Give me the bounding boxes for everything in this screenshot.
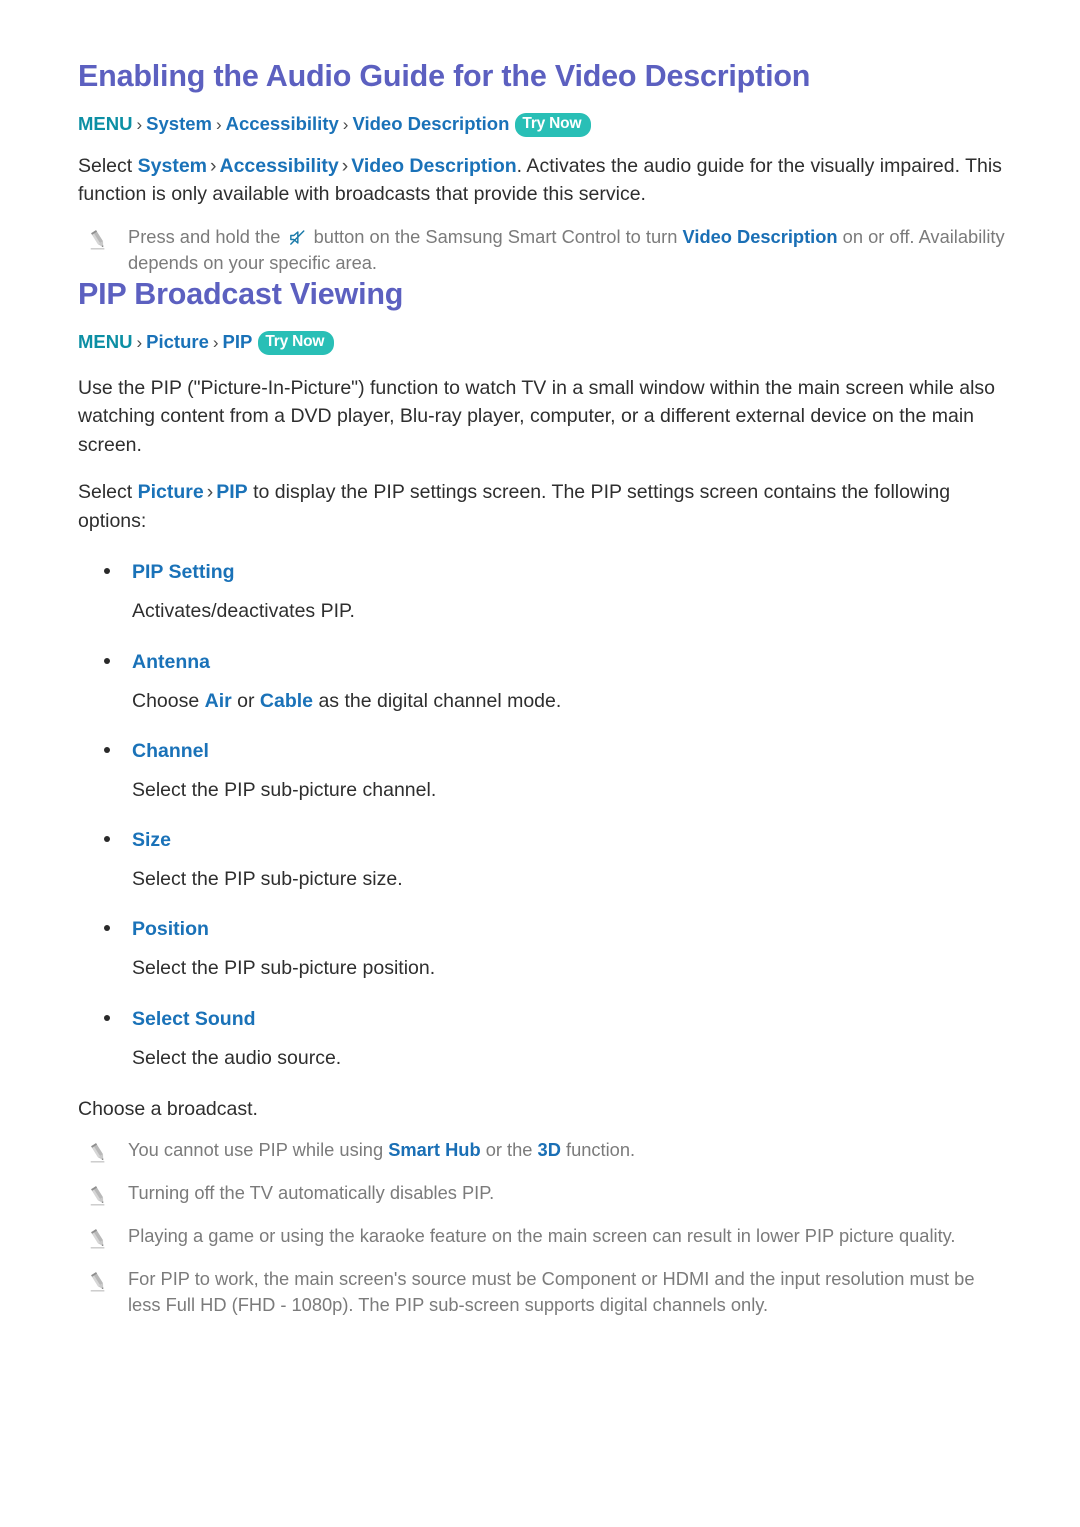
breadcrumb-separator-icon: › xyxy=(342,114,349,134)
bullet-icon xyxy=(104,1014,110,1021)
option-title[interactable]: Size xyxy=(132,829,171,852)
note-smart-hub-3d: You cannot use PIP while using Smart Hub… xyxy=(78,1137,1010,1164)
option-select-sound: Select Sound Select the audio source. xyxy=(78,1008,1010,1072)
note-part-2: or the xyxy=(480,1138,538,1160)
list-item: PIP Setting xyxy=(78,561,1010,584)
option-channel: Channel Select the PIP sub-picture chann… xyxy=(78,740,1010,804)
inline-link-pip[interactable]: PIP xyxy=(216,481,247,503)
option-description: Select the PIP sub-picture channel. xyxy=(132,778,437,801)
note-text: You cannot use PIP while using Smart Hub… xyxy=(128,1137,635,1163)
inline-link-video-description[interactable]: Video Description xyxy=(351,155,516,177)
breadcrumb-separator-icon: › xyxy=(212,332,219,352)
list-item: Position xyxy=(78,918,1010,941)
pencil-icon xyxy=(88,1271,108,1293)
breadcrumb-item-accessibility[interactable]: Accessibility xyxy=(226,113,339,134)
paragraph-lead: Select xyxy=(78,154,138,177)
list-item: Channel xyxy=(78,740,1010,763)
breadcrumb-menu-label: MENU xyxy=(78,112,133,134)
mute-icon xyxy=(289,226,306,246)
note-part-3: function. xyxy=(560,1138,636,1160)
option-description: Select the PIP sub-picture position. xyxy=(132,957,436,980)
breadcrumb-video-description: MENU › System › Accessibility › Video Descript… xyxy=(78,112,1010,137)
option-title[interactable]: Select Sound xyxy=(132,1008,256,1031)
page-title-pip-broadcast-viewing: PIP Broadcast Viewing xyxy=(78,277,404,312)
option-description: Select the audio source. xyxy=(132,1046,342,1069)
bullet-icon xyxy=(104,568,110,575)
option-pip-setting: PIP Setting Activates/deactivates PIP. xyxy=(78,561,1010,625)
option-size: Size Select the PIP sub-picture size. xyxy=(78,829,1010,893)
try-now-badge[interactable]: Try Now xyxy=(258,330,335,355)
option-title[interactable]: Position xyxy=(132,918,209,941)
bullet-icon xyxy=(104,746,110,753)
try-now-badge[interactable]: Try Now xyxy=(515,112,592,137)
select-lead: Select xyxy=(78,481,138,504)
bullet-icon xyxy=(104,836,110,843)
document-page: Enabling the Audio Guide for the Video D… xyxy=(0,0,1080,1527)
note-part-1: Press and hold the xyxy=(128,226,286,248)
desc-mid: or xyxy=(231,689,260,712)
option-title[interactable]: Channel xyxy=(132,740,209,763)
breadcrumb-item-pip[interactable]: PIP xyxy=(223,331,253,352)
option-description: Activates/deactivates PIP. xyxy=(132,600,355,623)
note-link-smart-hub[interactable]: Smart Hub xyxy=(388,1139,480,1160)
note-video-description: Press and hold the button on the Samsung… xyxy=(78,224,1010,276)
pip-intro-paragraph: Use the PIP ("Picture-In-Picture") funct… xyxy=(78,376,996,456)
video-description-paragraph: Select System › Accessibility › Video Descri… xyxy=(78,152,1010,209)
note-text: Press and hold the button on the Samsung… xyxy=(128,224,1010,276)
bullet-icon xyxy=(104,925,110,932)
option-description: Select the PIP sub-picture size. xyxy=(132,868,403,891)
closing-line: Choose a broadcast. xyxy=(78,1097,258,1120)
pencil-icon xyxy=(88,1185,108,1207)
page-title-video-description: Enabling the Audio Guide for the Video D… xyxy=(78,59,811,93)
list-item: Size xyxy=(78,829,1010,852)
note-text: Playing a game or using the karaoke feat… xyxy=(128,1224,956,1246)
inline-link-picture[interactable]: Picture xyxy=(138,481,204,503)
breadcrumb-menu-label: MENU xyxy=(78,330,133,352)
option-title[interactable]: PIP Setting xyxy=(132,561,235,584)
option-title[interactable]: Antenna xyxy=(132,651,210,674)
pip-select-paragraph: Select Picture › PIP to display the PIP se… xyxy=(78,478,1010,535)
option-position: Position Select the PIP sub-picture posi… xyxy=(78,918,1010,982)
breadcrumb-item-video-description[interactable]: Video Description xyxy=(352,113,509,134)
inline-link-accessibility[interactable]: Accessibility xyxy=(220,155,339,177)
option-description: Choose Air or Cable as the digital chann… xyxy=(132,687,1010,715)
note-part-1: You cannot use PIP while using xyxy=(128,1138,389,1160)
note-game-karaoke-quality: Playing a game or using the karaoke feat… xyxy=(78,1223,1010,1250)
inline-separator-icon: › xyxy=(206,481,214,504)
inline-link-system[interactable]: System xyxy=(138,155,207,177)
note-text: Turning off the TV automatically disable… xyxy=(128,1181,495,1203)
breadcrumb-separator-icon: › xyxy=(215,114,222,134)
list-item: Antenna xyxy=(78,651,1010,674)
breadcrumb-separator-icon: › xyxy=(136,332,143,352)
inline-separator-icon: › xyxy=(210,154,217,177)
note-link-video-description[interactable]: Video Description xyxy=(683,226,838,247)
pip-notes-group: You cannot use PIP while using Smart Hub… xyxy=(78,1137,1010,1318)
note-pip-source-requirements: For PIP to work, the main screen's sourc… xyxy=(78,1266,1010,1318)
desc-tail: as the digital channel mode. xyxy=(313,689,562,712)
pencil-icon xyxy=(88,1142,108,1164)
breadcrumb-item-picture[interactable]: Picture xyxy=(146,331,209,352)
pencil-icon xyxy=(88,1228,108,1250)
document-content: Enabling the Audio Guide for the Video D… xyxy=(0,0,1080,1318)
note-tv-off-disables-pip: Turning off the TV automatically disable… xyxy=(78,1180,1010,1207)
inline-link-cable[interactable]: Cable xyxy=(260,690,313,712)
list-item: Select Sound xyxy=(78,1008,1010,1031)
note-link-3d[interactable]: 3D xyxy=(538,1139,561,1160)
inline-separator-icon: › xyxy=(341,154,349,177)
pencil-icon xyxy=(88,229,108,251)
note-part-2: button on the Samsung Smart Control to t… xyxy=(308,226,683,248)
breadcrumb-item-system[interactable]: System xyxy=(146,113,212,134)
bullet-icon xyxy=(104,657,110,664)
option-antenna: Antenna Choose Air or Cable as the digit… xyxy=(78,651,1010,715)
breadcrumb-pip: MENU › Picture › PIP Try Now xyxy=(78,330,1010,355)
note-text: For PIP to work, the main screen's sourc… xyxy=(128,1267,975,1315)
desc-lead: Choose xyxy=(132,689,205,712)
inline-link-air[interactable]: Air xyxy=(205,690,232,712)
breadcrumb-separator-icon: › xyxy=(136,114,143,134)
